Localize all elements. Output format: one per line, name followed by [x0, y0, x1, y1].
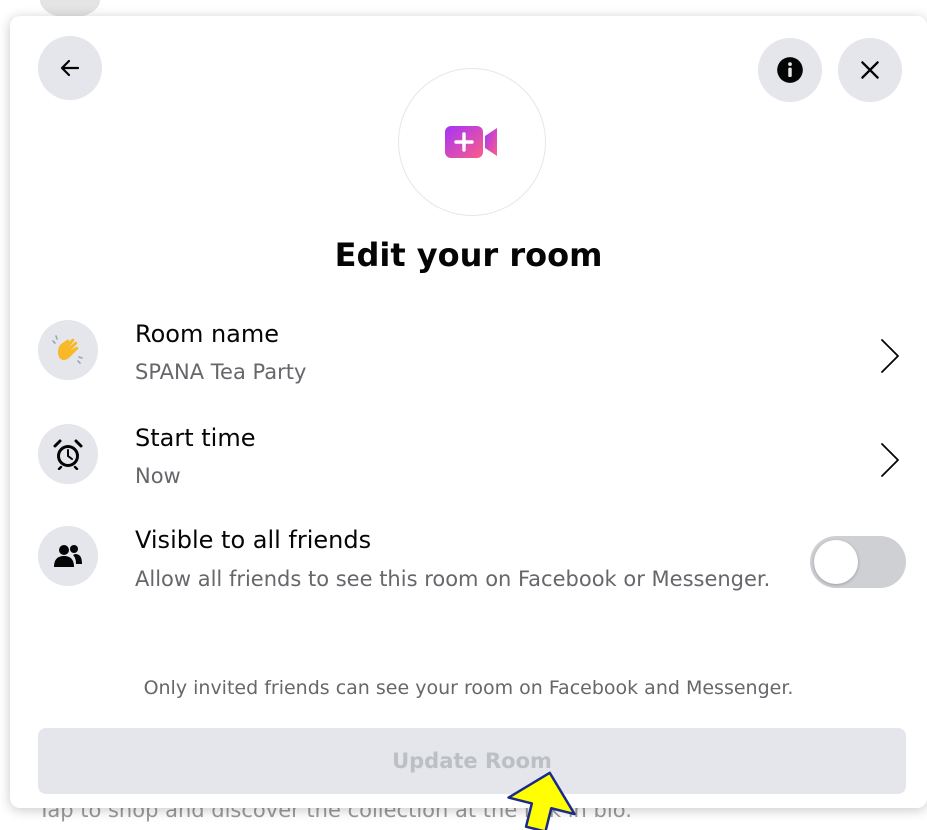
dialog-title: Edit your room [334, 236, 603, 274]
room-name-icon-circle [38, 320, 98, 380]
edit-room-dialog: Edit your room Room name SPANA Tea Party… [10, 16, 927, 808]
cursor-arrow-icon [507, 771, 576, 830]
info-icon [777, 57, 803, 83]
waving-hand-icon [52, 335, 83, 364]
close-button[interactable] [838, 38, 902, 102]
toggle-knob [814, 540, 858, 584]
start-time-icon-circle [38, 424, 98, 484]
room-name-row[interactable]: Room name SPANA Tea Party [38, 320, 918, 400]
visible-description: Allow all friends to see this room on Fa… [135, 567, 771, 591]
friends-icon [54, 545, 82, 567]
start-time-value: Now [135, 464, 181, 488]
chevron-right-icon [881, 443, 899, 477]
chevron-right-icon [881, 339, 899, 373]
alarm-clock-icon [53, 439, 83, 470]
visible-toggle[interactable] [810, 536, 906, 588]
visible-to-friends-row: Visible to all friends Allow all friends… [38, 526, 918, 646]
close-icon [861, 61, 879, 79]
update-room-button[interactable]: Update Room [38, 728, 906, 794]
room-hero-icon-circle [398, 68, 546, 216]
back-button[interactable] [38, 36, 102, 100]
start-time-label: Start time [135, 424, 256, 452]
room-name-value: SPANA Tea Party [135, 360, 307, 384]
start-time-row[interactable]: Start time Now [38, 424, 918, 504]
visible-icon-circle [38, 526, 98, 586]
visible-label: Visible to all friends [135, 526, 372, 554]
arrow-left-icon [60, 59, 80, 77]
video-plus-icon [445, 126, 497, 158]
info-button[interactable] [758, 38, 822, 102]
room-name-label: Room name [135, 320, 280, 348]
privacy-note: Only invited friends can see your room o… [143, 677, 794, 699]
